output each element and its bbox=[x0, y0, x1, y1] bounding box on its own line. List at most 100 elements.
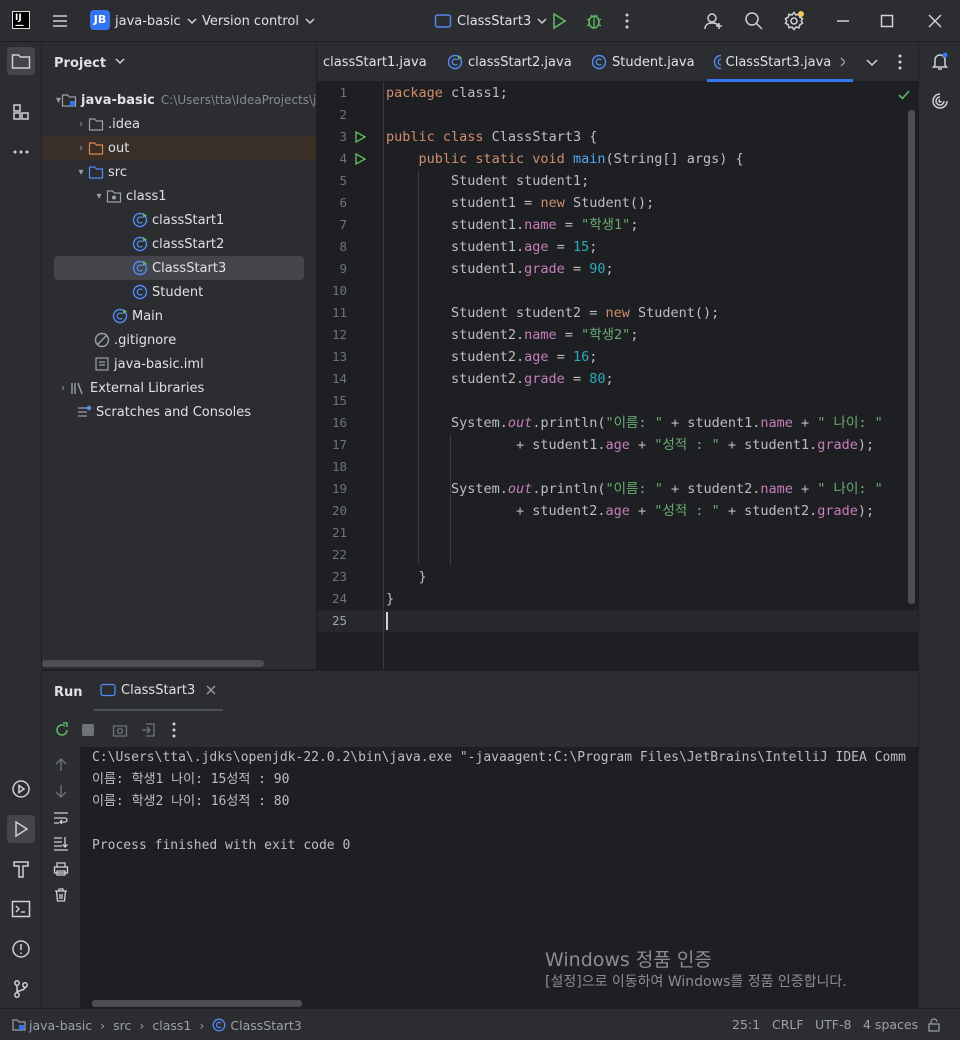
code-line: student2.name = "학생2"; bbox=[386, 327, 639, 343]
soft-wrap-icon[interactable] bbox=[53, 810, 69, 826]
expanded-arrow-icon[interactable]: ▾ bbox=[92, 191, 106, 202]
java-class-runnable-icon bbox=[132, 260, 148, 276]
scratches-icon bbox=[78, 405, 92, 417]
lock-icon[interactable] bbox=[927, 1018, 941, 1032]
project-tool-button[interactable] bbox=[7, 47, 35, 75]
vertical-scrollbar[interactable] bbox=[908, 110, 915, 604]
tree-item-scratches[interactable]: Scratches and Consoles bbox=[42, 400, 316, 424]
run-tab-classstart3[interactable]: ClassStart3 bbox=[94, 671, 224, 711]
stop-icon[interactable] bbox=[82, 724, 94, 736]
add-user-icon[interactable] bbox=[704, 11, 724, 31]
scroll-down-arrow-icon[interactable] bbox=[54, 783, 68, 799]
build-tool-button[interactable] bbox=[7, 855, 35, 883]
horizontal-scrollbar[interactable] bbox=[42, 660, 264, 667]
intellij-logo-icon[interactable]: IJ — bbox=[12, 11, 30, 31]
tree-item-out[interactable]: › out bbox=[42, 136, 316, 160]
indent-setting[interactable]: 4 spaces bbox=[863, 1017, 918, 1032]
vcs-switcher[interactable]: Version control bbox=[202, 0, 317, 42]
terminal-icon bbox=[11, 900, 31, 918]
trash-icon[interactable] bbox=[53, 887, 69, 903]
code-line: public static void main(String[] args) { bbox=[418, 151, 744, 167]
tree-item-external-libraries[interactable]: › External Libraries bbox=[42, 376, 316, 400]
tree-item-classstart1[interactable]: classStart1 bbox=[42, 208, 316, 232]
services-tool-button[interactable] bbox=[7, 775, 35, 803]
tree-item-student[interactable]: Student bbox=[42, 280, 316, 304]
run-icon[interactable] bbox=[550, 12, 568, 30]
notifications-bell-icon[interactable] bbox=[930, 51, 950, 71]
console-line: 이름: 학생1 나이: 15성적 : 90 bbox=[92, 772, 290, 787]
collapsed-arrow-icon[interactable]: › bbox=[74, 143, 88, 154]
scroll-to-end-icon[interactable] bbox=[53, 835, 69, 851]
tab-classstart3[interactable]: ClassStart3.java bbox=[707, 42, 853, 82]
close-window-icon[interactable] bbox=[926, 12, 944, 30]
debug-icon[interactable] bbox=[584, 11, 604, 31]
print-icon[interactable] bbox=[53, 861, 69, 877]
collapsed-arrow-icon[interactable]: › bbox=[56, 383, 70, 394]
console-output[interactable]: C:\Users\tta\.jdks\openjdk-22.0.2\bin\ja… bbox=[80, 747, 918, 1009]
exit-icon[interactable] bbox=[140, 722, 156, 738]
terminal-tool-button[interactable] bbox=[7, 895, 35, 923]
code-editor[interactable]: 1 2 3 4 5 6 7 8 9 10 11 12 13 14 15 16 17 18 19 20 21 22 23 24 2… bbox=[317, 82, 918, 669]
horizontal-scrollbar[interactable] bbox=[92, 1000, 302, 1007]
chevron-down-icon bbox=[187, 18, 197, 25]
line-number: 8 bbox=[339, 239, 347, 254]
caret-position[interactable]: 25:1 bbox=[732, 1017, 760, 1032]
main-menu-icon[interactable] bbox=[51, 12, 69, 30]
run-tab-label: ClassStart3 bbox=[121, 682, 196, 698]
more-tools-button[interactable] bbox=[7, 138, 35, 166]
project-badge[interactable]: JB bbox=[90, 10, 110, 30]
problems-icon bbox=[12, 940, 30, 958]
tab-classstart2[interactable]: classStart2.java bbox=[447, 42, 572, 82]
tree-item-idea[interactable]: › .idea bbox=[42, 112, 316, 136]
services-icon bbox=[12, 780, 30, 798]
file-encoding[interactable]: UTF-8 bbox=[815, 1017, 851, 1032]
line-separator[interactable]: CRLF bbox=[772, 1017, 804, 1032]
minimize-icon[interactable] bbox=[834, 12, 852, 30]
chevron-down-icon[interactable] bbox=[865, 55, 879, 69]
line-number: 9 bbox=[339, 261, 347, 276]
breadcrumb-item[interactable]: java-basic bbox=[29, 1018, 92, 1033]
ai-assistant-icon[interactable] bbox=[930, 91, 950, 111]
breadcrumb-item[interactable]: src bbox=[113, 1018, 131, 1033]
tab-classstart1[interactable]: classStart1.java bbox=[323, 42, 427, 82]
no-problems-check-icon[interactable] bbox=[897, 88, 911, 102]
project-panel-title[interactable]: Project bbox=[54, 55, 126, 71]
java-class-icon bbox=[591, 54, 607, 70]
search-icon[interactable] bbox=[744, 11, 764, 31]
problems-tool-button[interactable] bbox=[7, 935, 35, 963]
expanded-arrow-icon[interactable]: ▾ bbox=[74, 167, 88, 178]
run-config-selector[interactable]: ClassStart3 bbox=[434, 0, 549, 42]
library-icon bbox=[71, 382, 83, 395]
run-tool-button[interactable] bbox=[7, 815, 35, 843]
tree-item-gitignore[interactable]: .gitignore bbox=[42, 328, 316, 352]
tree-item-class1[interactable]: ▾ class1 bbox=[42, 184, 316, 208]
close-tab-icon[interactable] bbox=[205, 684, 217, 696]
tree-item-classstart2[interactable]: classStart2 bbox=[42, 232, 316, 256]
settings-gear-icon[interactable] bbox=[783, 10, 805, 32]
tree-item-iml[interactable]: java-basic.iml bbox=[42, 352, 316, 376]
project-switcher[interactable]: java-basic bbox=[115, 0, 199, 42]
close-tab-icon[interactable] bbox=[839, 56, 845, 68]
more-actions-icon[interactable] bbox=[166, 721, 182, 739]
tab-student[interactable]: Student.java bbox=[591, 42, 695, 82]
tree-item-src[interactable]: ▾ src bbox=[42, 160, 316, 184]
structure-icon bbox=[13, 104, 29, 120]
tree-item-classstart3[interactable]: ClassStart3 bbox=[54, 256, 304, 280]
structure-tool-button[interactable] bbox=[7, 98, 35, 126]
more-actions-icon[interactable] bbox=[618, 12, 636, 30]
line-number: 23 bbox=[331, 569, 347, 584]
breadcrumb-item[interactable]: ClassStart3 bbox=[230, 1018, 301, 1033]
scroll-up-arrow-icon[interactable] bbox=[54, 757, 68, 773]
breadcrumb-item[interactable]: class1 bbox=[152, 1018, 191, 1033]
rerun-icon[interactable] bbox=[54, 722, 70, 738]
more-actions-icon[interactable] bbox=[892, 53, 908, 71]
run-gutter-icon[interactable] bbox=[354, 153, 366, 165]
tree-item-main[interactable]: Main bbox=[42, 304, 316, 328]
maximize-icon[interactable] bbox=[878, 12, 896, 30]
git-tool-button[interactable] bbox=[7, 975, 35, 1003]
collapsed-arrow-icon[interactable]: › bbox=[74, 119, 88, 130]
run-gutter-icon[interactable] bbox=[354, 131, 366, 143]
camera-icon[interactable] bbox=[112, 722, 128, 738]
code-line: student2.grade = 80; bbox=[386, 371, 614, 387]
tree-item-root[interactable]: ▾ java-basic C:\Users\tta\IdeaProjects\j… bbox=[42, 88, 316, 112]
